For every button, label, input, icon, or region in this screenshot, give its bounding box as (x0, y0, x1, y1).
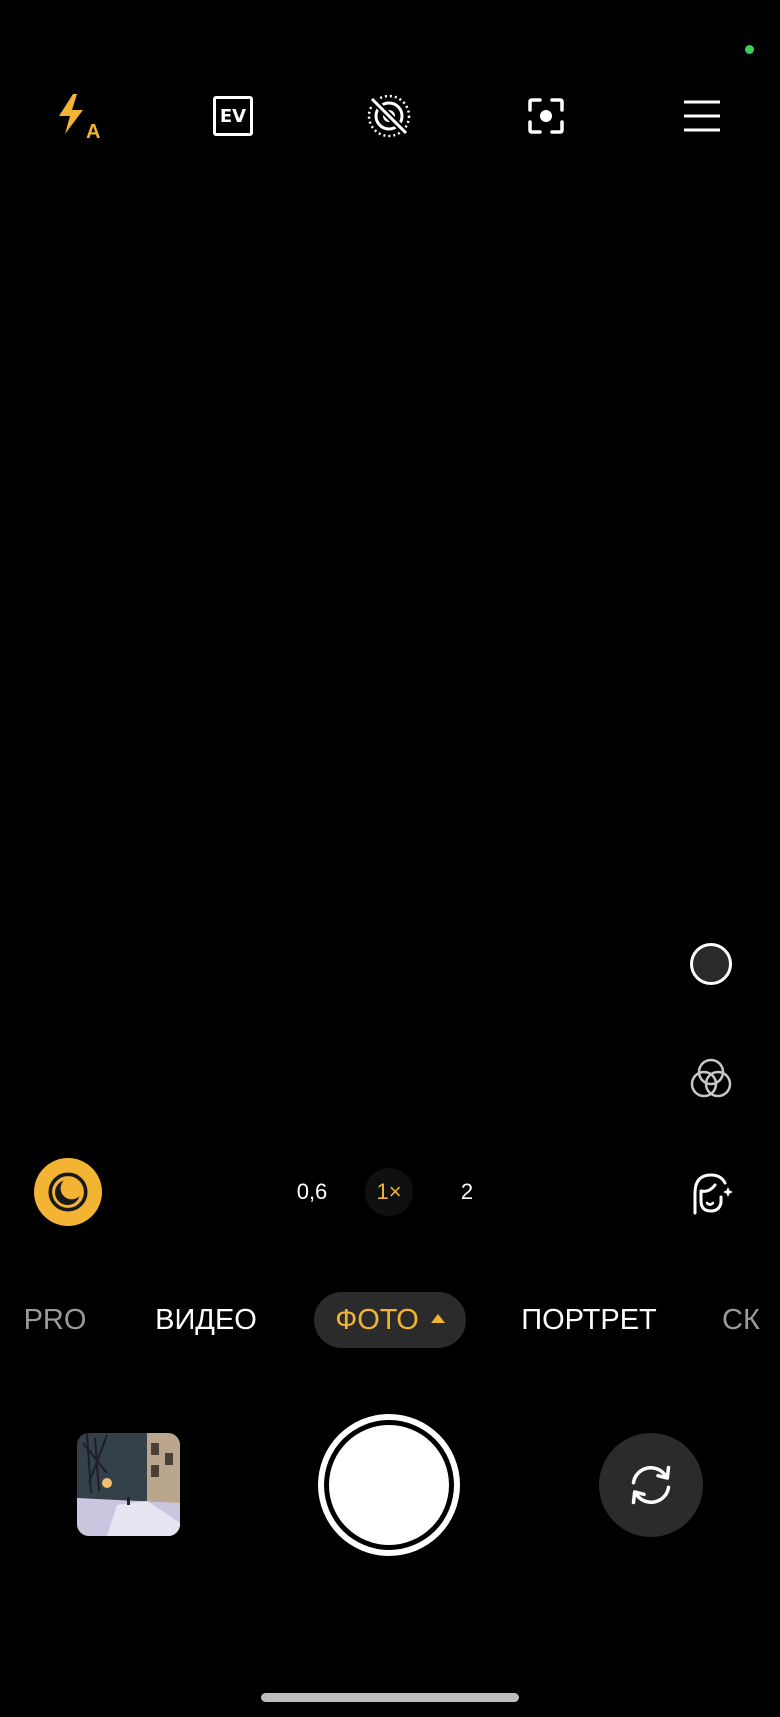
color-filters-button[interactable] (681, 1049, 741, 1109)
focus-button[interactable] (516, 86, 576, 146)
zoom-option-1x[interactable]: 1× (365, 1168, 413, 1216)
ev-button[interactable]: EV (203, 86, 263, 146)
shutter-ring (324, 1420, 454, 1550)
privacy-indicator-dot (745, 45, 754, 54)
mode-video[interactable]: ВИДЕО (140, 1292, 272, 1348)
live-photo-button[interactable] (359, 86, 419, 146)
gallery-thumbnail[interactable] (77, 1433, 180, 1536)
mode-pro[interactable]: PRO (10, 1292, 100, 1348)
menu-button[interactable] (672, 86, 732, 146)
mode-next-label: СК (722, 1303, 760, 1336)
hamburger-menu-icon (684, 100, 720, 132)
mode-pro-label: PRO (23, 1303, 87, 1336)
flash-mode-label: A (86, 121, 100, 143)
zoom-option-2[interactable]: 2 (439, 1168, 495, 1216)
mode-portrait-label: ПОРТРЕТ (521, 1303, 657, 1336)
mode-photo[interactable]: ФОТО (314, 1292, 466, 1348)
circle-filter-button[interactable] (681, 934, 741, 994)
mode-video-label: ВИДЕО (155, 1303, 257, 1336)
circle-filter-icon (690, 943, 732, 985)
focus-frame-icon (528, 98, 564, 134)
live-photo-off-icon (367, 94, 411, 138)
ev-label: EV (219, 105, 247, 127)
mode-caret-icon (430, 1313, 445, 1323)
thumbnail-image (77, 1433, 180, 1536)
night-mode-button[interactable] (34, 1158, 102, 1226)
camera-flip-icon (631, 1465, 671, 1505)
face-beauty-icon (693, 1173, 733, 1215)
beauty-button[interactable] (681, 1163, 741, 1223)
color-filters-icon (690, 1058, 732, 1098)
camera-viewfinder[interactable] (0, 150, 780, 1150)
home-indicator[interactable] (261, 1693, 519, 1702)
exposure-ev-icon: EV (213, 96, 253, 136)
flash-auto-icon: A (59, 94, 100, 143)
mode-photo-label: ФОТО (335, 1303, 419, 1336)
shutter-inner (329, 1425, 449, 1545)
shutter-button[interactable] (318, 1414, 460, 1556)
flash-button[interactable]: A (47, 86, 107, 146)
mode-portrait[interactable]: ПОРТРЕТ (512, 1292, 666, 1348)
mode-next-partial[interactable]: СК (722, 1292, 780, 1348)
camera-flip-button[interactable] (599, 1433, 703, 1537)
zoom-option-0-6[interactable]: 0,6 (284, 1168, 340, 1216)
night-mode-icon (48, 1172, 88, 1212)
